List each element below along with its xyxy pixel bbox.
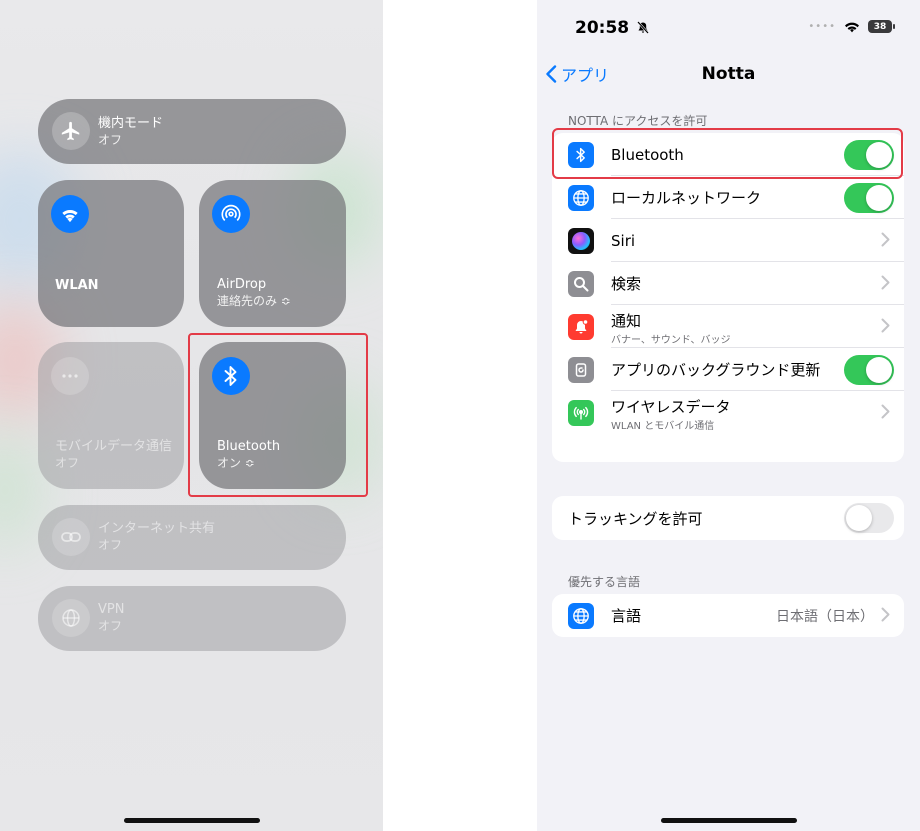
airdrop-status: 連絡先のみ ≎	[217, 294, 291, 308]
permissions-group: Bluetooth ローカルネットワーク Siri 検索 通知 バナー、サウンド…	[552, 133, 904, 462]
row-sublabel: バナー、サウンド、バッジ	[611, 335, 731, 346]
local-network-toggle[interactable]	[844, 182, 894, 213]
battery-icon: 38	[868, 20, 895, 33]
chevron-right-icon	[881, 607, 890, 622]
language-group: 言語 日本語（日本）	[552, 594, 904, 637]
settings-screen: 20:58 •••• 38 アプリ Notta NOTTA にアクセスを許可 B…	[537, 0, 920, 831]
row-wireless-data[interactable]: ワイヤレスデータ WLAN とモバイル通信	[552, 391, 904, 434]
row-label: 通知	[611, 312, 642, 330]
antenna-icon	[568, 399, 594, 426]
wlan-label: WLAN	[55, 278, 99, 293]
row-siri[interactable]: Siri	[552, 219, 904, 262]
control-center: 機内モード オフ WLAN AirDrop 連絡先のみ ≎ モバイルデータ通信 …	[0, 0, 383, 831]
wlan-tile[interactable]: WLAN	[38, 180, 184, 327]
row-language[interactable]: 言語 日本語（日本）	[552, 594, 904, 637]
vpn-label: VPN	[98, 602, 125, 617]
wifi-icon[interactable]	[51, 195, 89, 233]
status-indicators: •••• 38	[808, 20, 895, 33]
section-header-language: 優先する言語	[568, 575, 641, 589]
airdrop-icon[interactable]	[212, 195, 250, 233]
row-label: アプリのバックグラウンド更新	[611, 361, 821, 379]
status-time: 20:58	[575, 18, 649, 38]
row-search[interactable]: 検索	[552, 262, 904, 305]
chevron-right-icon	[881, 232, 890, 247]
row-label: Siri	[611, 231, 636, 250]
internet-sharing-status: オフ	[98, 538, 123, 552]
internet-sharing-label: インターネット共有	[98, 521, 216, 536]
wifi-status-icon	[845, 22, 859, 32]
vpn-status: オフ	[98, 619, 123, 633]
airdrop-tile[interactable]: AirDrop 連絡先のみ ≎	[199, 180, 346, 327]
signal-dots-icon: ••••	[808, 21, 836, 32]
mobile-data-status: オフ	[55, 456, 80, 470]
row-background-refresh[interactable]: アプリのバックグラウンド更新	[552, 348, 904, 391]
internet-sharing-toggle[interactable]: インターネット共有 オフ	[38, 505, 346, 570]
globe-icon	[568, 602, 594, 629]
section-header-access: NOTTA にアクセスを許可	[568, 114, 708, 128]
chevron-right-icon	[881, 275, 890, 290]
mobile-data-label: モバイルデータ通信	[55, 439, 173, 454]
globe-icon	[52, 599, 90, 637]
airplane-mode-label: 機内モード	[98, 116, 164, 131]
bell-icon	[568, 313, 594, 340]
vpn-toggle[interactable]: VPN オフ	[38, 586, 346, 651]
airplane-mode-status: オフ	[98, 133, 123, 147]
chevron-right-icon	[881, 318, 890, 333]
page-title: Notta	[701, 64, 756, 84]
globe-network-icon	[568, 184, 594, 211]
bluetooth-highlight-box	[188, 333, 368, 497]
tracking-toggle[interactable]	[844, 503, 894, 533]
row-label: ローカルネットワーク	[611, 189, 762, 207]
language-value: 日本語（日本）	[776, 608, 874, 625]
home-indicator[interactable]	[661, 818, 797, 823]
mobile-data-tile[interactable]: モバイルデータ通信 オフ	[38, 342, 184, 489]
siri-icon	[568, 227, 594, 254]
airplane-icon	[52, 112, 90, 150]
row-label: ワイヤレスデータ	[611, 398, 731, 416]
chevron-right-icon	[881, 404, 890, 419]
battery-level: 38	[873, 21, 887, 32]
row-label: 検索	[611, 275, 642, 293]
row-notifications[interactable]: 通知 バナー、サウンド、バッジ	[552, 305, 904, 348]
row-tracking[interactable]: トラッキングを許可	[552, 496, 904, 540]
background-refresh-toggle[interactable]	[844, 354, 894, 385]
status-time-text: 20:58	[575, 18, 630, 38]
row-sublabel: WLAN とモバイル通信	[611, 421, 715, 432]
search-icon	[568, 270, 594, 297]
row-local-network[interactable]: ローカルネットワーク	[552, 176, 904, 219]
airdrop-label: AirDrop	[217, 277, 267, 292]
tracking-group: トラッキングを許可	[552, 496, 904, 540]
airplane-mode-toggle[interactable]: 機内モード オフ	[38, 99, 346, 164]
row-label: トラッキングを許可	[568, 509, 703, 528]
home-indicator[interactable]	[124, 818, 260, 823]
link-icon	[52, 518, 90, 556]
bell-slash-icon	[637, 21, 649, 34]
row-label: 言語	[611, 607, 642, 625]
bluetooth-row-highlight-box	[552, 128, 903, 179]
antenna-icon	[51, 357, 89, 395]
refresh-icon	[568, 356, 594, 383]
